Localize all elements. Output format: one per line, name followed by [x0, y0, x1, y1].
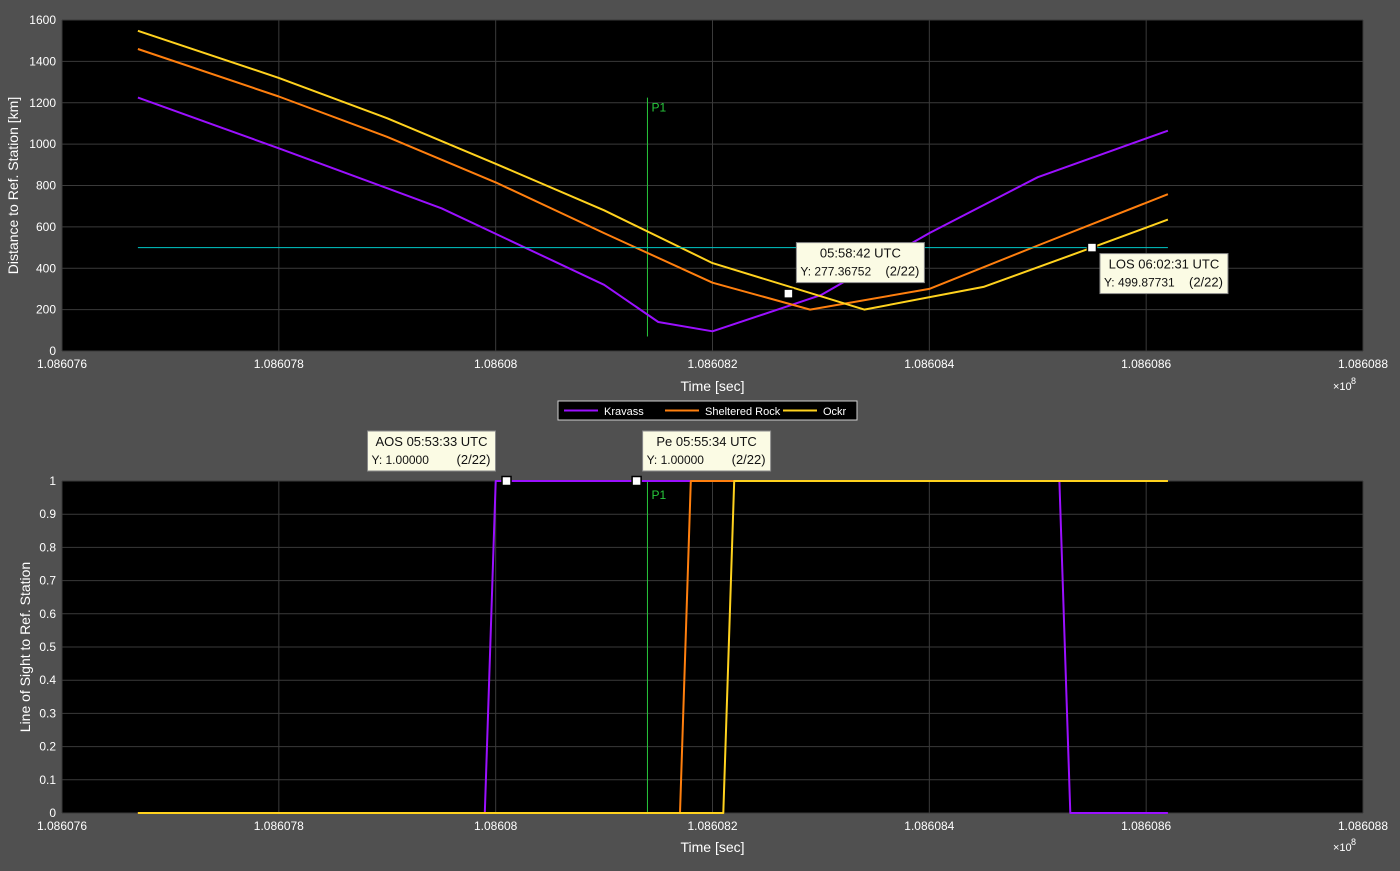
x-exponent-power: 8: [1351, 837, 1356, 847]
legend[interactable]: Kravass Sheltered Rock Ockr: [557, 400, 858, 421]
datatip-date: (2/22): [732, 452, 766, 467]
p1-marker-label: P1: [651, 101, 666, 115]
datatip-title: AOS 05:53:33 UTC: [376, 434, 488, 449]
x-tick-label: 1.08608: [474, 357, 518, 371]
datatip-date: (2/22): [457, 452, 491, 467]
x-tick-label: 1.086082: [687, 357, 737, 371]
y-tick-label: 0.9: [39, 507, 56, 521]
x-tick-label: 1.086086: [1121, 819, 1171, 833]
x-exponent-base: ×10: [1333, 842, 1352, 854]
y-tick-label: 0.8: [39, 540, 56, 554]
y-tick-label: 0.2: [39, 740, 56, 754]
distance-y-axis-label: Distance to Ref. Station [km]: [5, 97, 21, 274]
y-tick-label: 400: [36, 261, 56, 275]
legend-label[interactable]: Ockr: [823, 406, 847, 418]
distance-x-axis-label: Time [sec]: [680, 378, 744, 394]
datatip-title: Pe 05:55:34 UTC: [656, 434, 756, 449]
datatip-value: Y: 1.00000: [647, 453, 705, 467]
y-tick-label: 0.4: [39, 673, 56, 687]
y-tick-label: 0.6: [39, 607, 56, 621]
y-tick-label: 600: [36, 220, 56, 234]
figure-canvas: P1 1.086076 1.086078 1.08608 1.086082 1.0860…: [0, 0, 1400, 871]
datatip-marker[interactable]: [1086, 242, 1098, 253]
datatip-value: Y: 499.87731: [1104, 276, 1175, 290]
y-tick-label: 0: [49, 806, 56, 820]
y-tick-label: 1: [49, 474, 56, 488]
x-tick-label: 1.086082: [687, 819, 737, 833]
y-tick-label: 0.1: [39, 773, 56, 787]
x-exponent-power: 8: [1351, 376, 1356, 386]
datatip-title: LOS 06:02:31 UTC: [1109, 257, 1220, 272]
x-tick-label: 1.086078: [254, 819, 304, 833]
legend-label[interactable]: Kravass: [604, 406, 644, 418]
line-of-sight-x-axis-label: Time [sec]: [680, 839, 744, 855]
y-tick-label: 1600: [29, 13, 56, 27]
y-tick-label: 200: [36, 303, 56, 317]
datatip-value: Y: 277.36752: [800, 265, 871, 279]
legend-label[interactable]: Sheltered Rock: [705, 406, 781, 418]
x-tick-label: 1.086084: [904, 357, 954, 371]
datatip-date: (2/22): [885, 264, 919, 279]
y-tick-label: 0.7: [39, 574, 56, 588]
line-of-sight-axes[interactable]: P1 1.086076 1.086078 1.08608 1.086082 1.0860…: [17, 430, 1388, 855]
datatip-date: (2/22): [1189, 275, 1223, 290]
x-tick-label: 1.086076: [37, 357, 87, 371]
y-tick-label: 1400: [29, 54, 56, 68]
datatip-value: Y: 1.00000: [372, 453, 430, 467]
datatip-title: 05:58:42 UTC: [820, 246, 901, 261]
y-tick-label: 800: [36, 179, 56, 193]
y-tick-label: 1000: [29, 137, 56, 151]
x-tick-label: 1.08608: [474, 819, 518, 833]
x-tick-label: 1.086086: [1121, 357, 1171, 371]
x-tick-label: 1.086076: [37, 819, 87, 833]
x-tick-label: 1.086088: [1338, 819, 1388, 833]
x-tick-label: 1.086078: [254, 357, 304, 371]
x-exponent-base: ×10: [1333, 381, 1352, 393]
datatip-marker[interactable]: [501, 475, 512, 487]
y-tick-label: 0.5: [39, 640, 56, 654]
p1-marker-label: P1: [651, 488, 666, 502]
y-tick-label: 0.3: [39, 706, 56, 720]
datatip-marker[interactable]: [783, 288, 794, 299]
distance-axes[interactable]: P1 1.086076 1.086078 1.08608 1.086082 1.0860…: [5, 13, 1388, 394]
line-of-sight-y-axis-label: Line of Sight to Ref. Station: [17, 562, 33, 732]
datatip-marker[interactable]: [631, 475, 642, 487]
x-tick-label: 1.086084: [904, 819, 954, 833]
x-tick-label: 1.086088: [1338, 357, 1388, 371]
y-tick-label: 0: [49, 344, 56, 358]
y-tick-label: 1200: [29, 96, 56, 110]
